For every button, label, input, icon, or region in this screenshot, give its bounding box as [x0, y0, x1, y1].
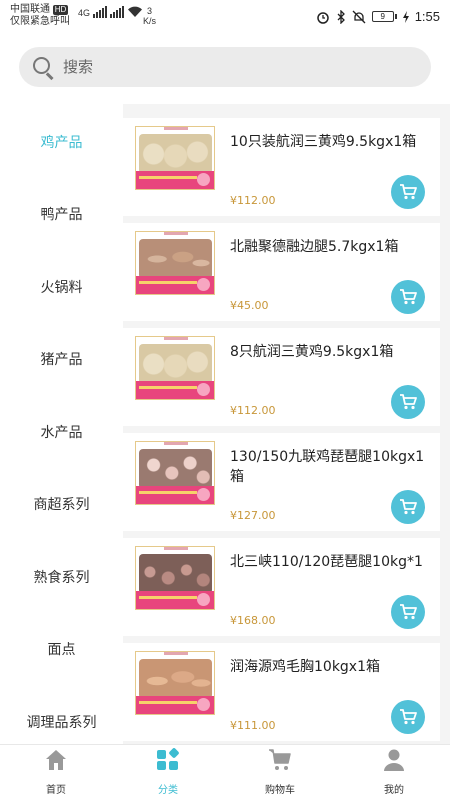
product-name: 10只装航润三黄鸡9.5kgx1箱 — [230, 134, 417, 150]
bluetooth-icon — [337, 9, 345, 24]
status-right: 9 1:55 — [316, 9, 440, 24]
category-label: 猪产品 — [40, 352, 83, 368]
product-card[interactable]: 北融聚德融边腿5.7kgx1箱 ¥45.00 — [123, 223, 440, 321]
nav-category[interactable]: 分类 — [123, 745, 213, 800]
product-price: ¥112.00 — [230, 404, 276, 417]
nav-cart-label: 购物车 — [265, 785, 295, 796]
product-list: 10只装航润三黄鸡9.5kgx1箱 ¥112.00 北融聚德融边腿5.7kgx1… — [123, 104, 450, 744]
product-card[interactable]: 8只航润三黄鸡9.5kgx1箱 ¥112.00 — [123, 328, 440, 426]
product-name: 润海源鸡毛胸10kgx1箱 — [230, 659, 381, 675]
network-type: 4G — [78, 8, 91, 18]
category-item-hotpot[interactable]: 火锅料 — [0, 251, 123, 323]
nav-mine-label: 我的 — [384, 785, 404, 796]
product-card[interactable]: 130/150九联鸡琵琶腿10kgx1箱 ¥127.00 — [123, 433, 440, 531]
nav-home-label: 首页 — [46, 785, 66, 796]
product-card[interactable]: 10只装航润三黄鸡9.5kgx1箱 ¥112.00 — [123, 118, 440, 216]
search-box[interactable] — [19, 47, 431, 87]
search-bar — [0, 36, 450, 104]
add-to-cart-button[interactable] — [391, 700, 425, 734]
category-label: 火锅料 — [40, 280, 83, 296]
product-image — [135, 441, 215, 505]
wifi-icon — [128, 6, 143, 18]
product-name: 北融聚德融边腿5.7kgx1箱 — [230, 239, 399, 255]
user-icon — [384, 749, 404, 771]
cart-icon — [400, 709, 417, 725]
product-price: ¥127.00 — [230, 509, 276, 522]
category-label: 熟食系列 — [33, 570, 90, 586]
product-image — [135, 651, 215, 715]
carrier-emergency-text: 仅限紧急呼叫 — [10, 16, 70, 27]
product-image — [135, 231, 215, 295]
network-indicator: 4G — [78, 6, 143, 18]
category-label: 调理品系列 — [26, 715, 97, 731]
network-speed: 3 K/s — [143, 6, 157, 26]
carrier-name: 中国联通 — [10, 4, 50, 15]
product-price: ¥45.00 — [230, 299, 269, 312]
add-to-cart-button[interactable] — [391, 175, 425, 209]
cart-icon — [400, 184, 417, 200]
home-icon — [46, 750, 66, 770]
category-item-pork[interactable]: 猪产品 — [0, 323, 123, 395]
nav-mine[interactable]: 我的 — [349, 745, 439, 800]
charging-icon — [402, 10, 409, 23]
product-image — [135, 126, 215, 190]
category-label: 鸡产品 — [40, 135, 83, 151]
status-bar: 中国联通 HD 仅限紧急呼叫 4G 3 K/s 9 1:55 — [0, 0, 450, 36]
category-item-duck[interactable]: 鸭产品 — [0, 178, 123, 250]
category-item-chicken[interactable]: 鸡产品 — [0, 106, 123, 178]
search-icon — [27, 47, 63, 87]
product-price: ¥111.00 — [230, 719, 276, 732]
cart-icon — [400, 604, 417, 620]
product-image — [135, 546, 215, 610]
signal-icon-2 — [110, 6, 125, 18]
category-label: 面点 — [47, 642, 76, 658]
product-price: ¥112.00 — [230, 194, 276, 207]
category-sidebar: 鸡产品 鸭产品 火锅料 猪产品 水产品 商超系列 熟食系列 面点 调理品系列 — [0, 104, 123, 744]
cart-icon — [400, 499, 417, 515]
clock-time: 1:55 — [414, 9, 440, 24]
signal-icon — [93, 6, 108, 18]
category-icon — [157, 748, 179, 770]
add-to-cart-button[interactable] — [391, 280, 425, 314]
category-label: 鸭产品 — [40, 207, 83, 223]
nav-cart[interactable]: 购物车 — [235, 745, 325, 800]
product-image — [135, 336, 215, 400]
mute-icon — [352, 10, 366, 23]
add-to-cart-button[interactable] — [391, 385, 425, 419]
category-label: 水产品 — [40, 425, 83, 441]
add-to-cart-button[interactable] — [391, 595, 425, 629]
product-card[interactable]: 润海源鸡毛胸10kgx1箱 ¥111.00 — [123, 643, 440, 741]
search-input[interactable] — [63, 58, 383, 76]
product-name: 8只航润三黄鸡9.5kgx1箱 — [230, 344, 394, 360]
nav-category-label: 分类 — [158, 785, 178, 796]
nav-home[interactable]: 首页 — [11, 745, 101, 800]
add-to-cart-button[interactable] — [391, 490, 425, 524]
product-name: 北三峡110/120琵琶腿10kg*1 — [230, 554, 423, 570]
shopping-cart-icon — [269, 749, 291, 770]
category-label: 商超系列 — [33, 497, 90, 513]
battery-icon: 9 — [371, 11, 397, 22]
category-item-pastry[interactable]: 面点 — [0, 613, 123, 685]
category-item-seafood[interactable]: 水产品 — [0, 396, 123, 468]
cart-icon — [400, 289, 417, 305]
carrier-info: 中国联通 HD 仅限紧急呼叫 — [10, 4, 70, 28]
category-item-cooked[interactable]: 熟食系列 — [0, 541, 123, 613]
hd-badge: HD — [52, 5, 69, 15]
product-name: 130/150九联鸡琵琶腿10kgx1箱 — [230, 449, 425, 485]
bottom-nav: 首页 分类 购物车 我的 — [0, 744, 450, 800]
alarm-icon — [316, 11, 329, 24]
product-card[interactable]: 北三峡110/120琵琶腿10kg*1 ¥168.00 — [123, 538, 440, 636]
category-item-supermarket[interactable]: 商超系列 — [0, 468, 123, 540]
cart-icon — [400, 394, 417, 410]
product-price: ¥168.00 — [230, 614, 276, 627]
